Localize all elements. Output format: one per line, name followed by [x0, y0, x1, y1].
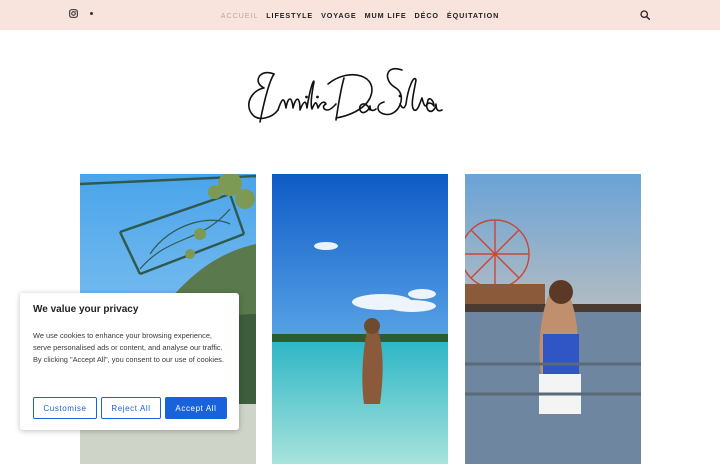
top-bar: ACCUEIL LIFESTYLE VOYAGE MUM LIFE DÉCO É…	[0, 0, 720, 30]
site-logo[interactable]	[230, 52, 490, 142]
pier-ferris-wheel-woman-photo[interactable]	[465, 174, 641, 464]
cookie-consent-banner: We value your privacy We use cookies to …	[20, 293, 239, 430]
nav-item-lifestyle[interactable]: LIFESTYLE	[266, 11, 313, 20]
post-card[interactable]	[272, 174, 448, 464]
customise-button[interactable]: Customise	[33, 397, 97, 419]
cookie-banner-actions: Customise Reject All Accept All	[33, 397, 227, 419]
accept-all-button[interactable]: Accept All	[165, 397, 227, 419]
cookie-banner-text: We use cookies to enhance your browsing …	[33, 331, 224, 364]
nav-item-voyage[interactable]: VOYAGE	[321, 11, 357, 20]
cookie-banner-title: We value your privacy	[33, 304, 139, 315]
nav-item-equitation[interactable]: ÉQUITATION	[447, 11, 499, 20]
nav-item-accueil[interactable]: ACCUEIL	[221, 11, 258, 20]
nav-item-deco[interactable]: DÉCO	[415, 11, 439, 20]
search-icon[interactable]	[640, 10, 650, 20]
reject-all-button[interactable]: Reject All	[101, 397, 161, 419]
post-card[interactable]	[465, 174, 641, 464]
main-nav: ACCUEIL LIFESTYLE VOYAGE MUM LIFE DÉCO É…	[0, 0, 720, 30]
nav-item-mum-life[interactable]: MUM LIFE	[365, 11, 407, 20]
beach-woman-in-water-photo[interactable]	[272, 174, 448, 464]
